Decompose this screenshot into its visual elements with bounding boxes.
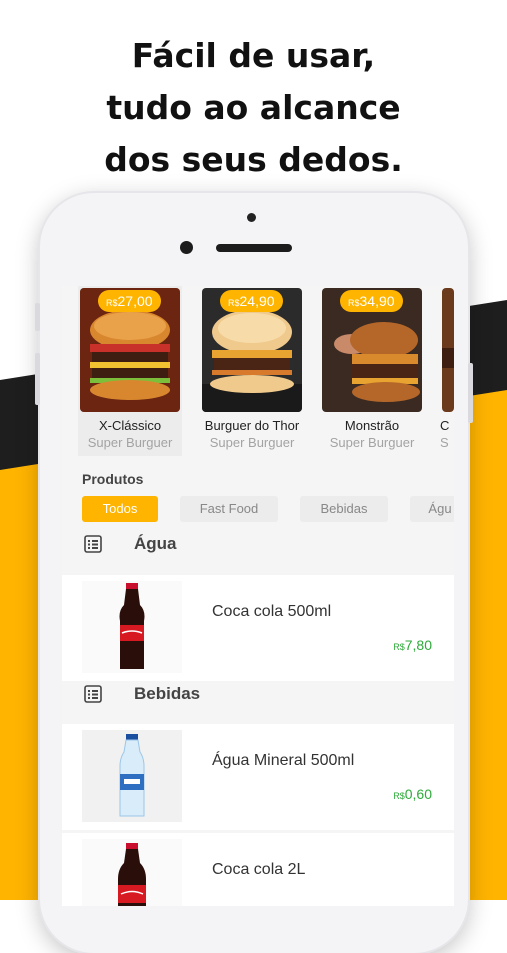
featured-item-name: Burguer do Thor <box>204 418 300 433</box>
product-price: R$0,60 <box>393 786 432 802</box>
phone-power-button <box>468 363 473 423</box>
app-screen: R$27,00 X-Clássico Super Burguer R$24,90… <box>62 286 454 906</box>
chip-agua[interactable]: Águ <box>410 496 454 522</box>
chip-bebidas[interactable]: Bebidas <box>300 496 388 522</box>
category-filter-chips: Todos Fast Food Bebidas Águ <box>82 496 454 526</box>
product-image <box>82 730 182 822</box>
product-image <box>82 839 182 906</box>
phone-mockup: R$27,00 X-Clássico Super Burguer R$24,90… <box>35 193 473 953</box>
product-card-coca-cola-2l[interactable]: Coca cola 2L <box>62 833 454 906</box>
featured-item-burguer-do-thor[interactable]: R$24,90 Burguer do Thor Super Burguer <box>200 286 304 456</box>
featured-item-partial[interactable]: C S <box>440 286 454 456</box>
category-title: Bebidas <box>134 684 201 703</box>
category-title: Água <box>134 534 177 553</box>
phone-mute-switch <box>35 303 40 331</box>
chip-todos[interactable]: Todos <box>82 496 158 522</box>
featured-item-store: Super Burguer <box>329 435 415 450</box>
featured-item-name: Monstrão <box>344 418 400 433</box>
featured-item-name: X-Clássico <box>98 418 162 433</box>
list-icon <box>84 685 102 703</box>
price-badge: R$24,90 <box>220 290 283 312</box>
product-card-agua-mineral-500ml[interactable]: Água Mineral 500ml R$0,60 <box>62 724 454 830</box>
products-section-title: Produtos <box>82 471 144 487</box>
burger-image <box>442 288 454 412</box>
phone-speaker <box>216 244 292 252</box>
headline-line-3: dos seus dedos. <box>104 140 403 179</box>
phone-volume-button <box>35 353 40 405</box>
featured-item-monstrao[interactable]: R$34,90 Monstrão Super Burguer <box>320 286 424 456</box>
list-icon <box>84 535 102 553</box>
product-card-coca-cola-500ml[interactable]: Coca cola 500ml R$7,80 <box>62 575 454 681</box>
product-name: Coca cola 2L <box>212 861 306 878</box>
headline: Fácil de usar, tudo ao alcance dos seus … <box>0 30 507 186</box>
phone-camera <box>247 213 256 222</box>
headline-line-1: Fácil de usar, <box>131 36 376 75</box>
featured-item-store: S <box>440 435 449 450</box>
headline-line-2: tudo ao alcance <box>106 88 401 127</box>
featured-item-store: Super Burguer <box>209 435 295 450</box>
product-image <box>82 581 182 673</box>
price-badge: R$27,00 <box>98 290 161 312</box>
price-badge: R$34,90 <box>340 290 403 312</box>
featured-carousel[interactable]: R$27,00 X-Clássico Super Burguer R$24,90… <box>62 286 454 462</box>
featured-item-name: C <box>440 418 450 433</box>
product-name: Coca cola 500ml <box>212 603 332 620</box>
chip-fast-food[interactable]: Fast Food <box>180 496 278 522</box>
product-price: R$7,80 <box>393 637 432 653</box>
featured-item-store: Super Burguer <box>87 435 173 450</box>
phone-front-camera <box>180 241 193 254</box>
featured-item-x-classico[interactable]: R$27,00 X-Clássico Super Burguer <box>78 286 182 456</box>
product-name: Água Mineral 500ml <box>212 752 355 769</box>
